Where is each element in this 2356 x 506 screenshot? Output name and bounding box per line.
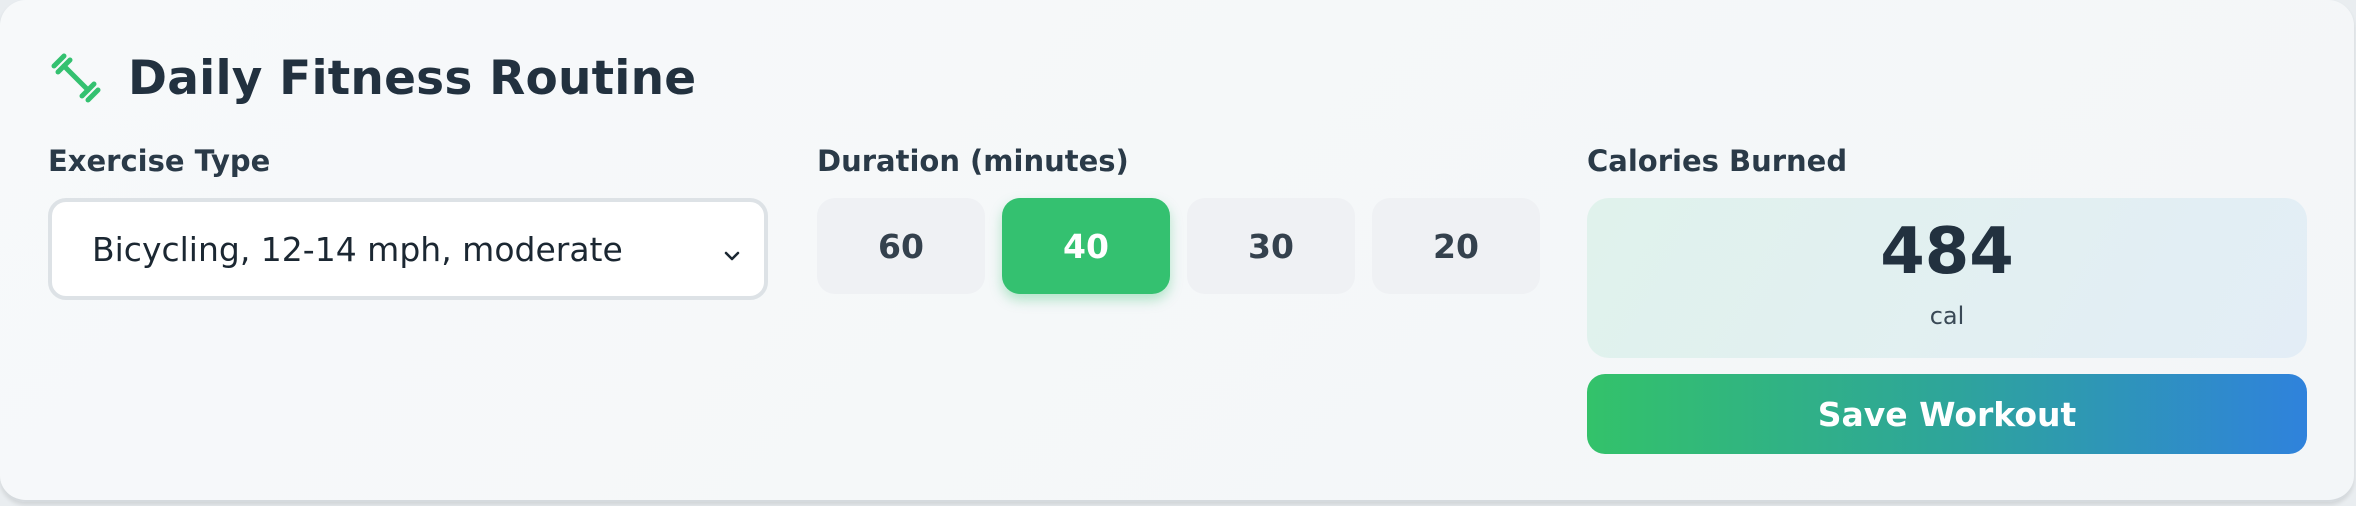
duration-option-30[interactable]: 30 [1187, 198, 1355, 294]
duration-option-60[interactable]: 60 [817, 198, 985, 294]
exercise-type-label: Exercise Type [48, 144, 271, 178]
duration-options: 60 40 30 20 [817, 198, 1540, 294]
calories-unit: cal [1929, 302, 1965, 330]
dumbbell-icon [48, 50, 104, 106]
duration-label: Duration (minutes) [817, 144, 1129, 178]
duration-option-20[interactable]: 20 [1372, 198, 1540, 294]
chevron-down-icon [720, 237, 744, 261]
page-title: Daily Fitness Routine [128, 50, 697, 106]
exercise-type-select[interactable]: Bicycling, 12-14 mph, moderate [48, 198, 768, 300]
calories-value: 484 [1880, 215, 2014, 289]
save-workout-button[interactable]: Save Workout [1587, 374, 2307, 454]
card-header: Daily Fitness Routine [48, 46, 696, 110]
fitness-card: Daily Fitness Routine Exercise Type Bicy… [0, 0, 2354, 502]
duration-option-40[interactable]: 40 [1002, 198, 1170, 294]
exercise-type-value: Bicycling, 12-14 mph, moderate [92, 229, 623, 269]
calories-display: 484 cal [1587, 198, 2307, 358]
calories-burned-label: Calories Burned [1587, 144, 1848, 178]
